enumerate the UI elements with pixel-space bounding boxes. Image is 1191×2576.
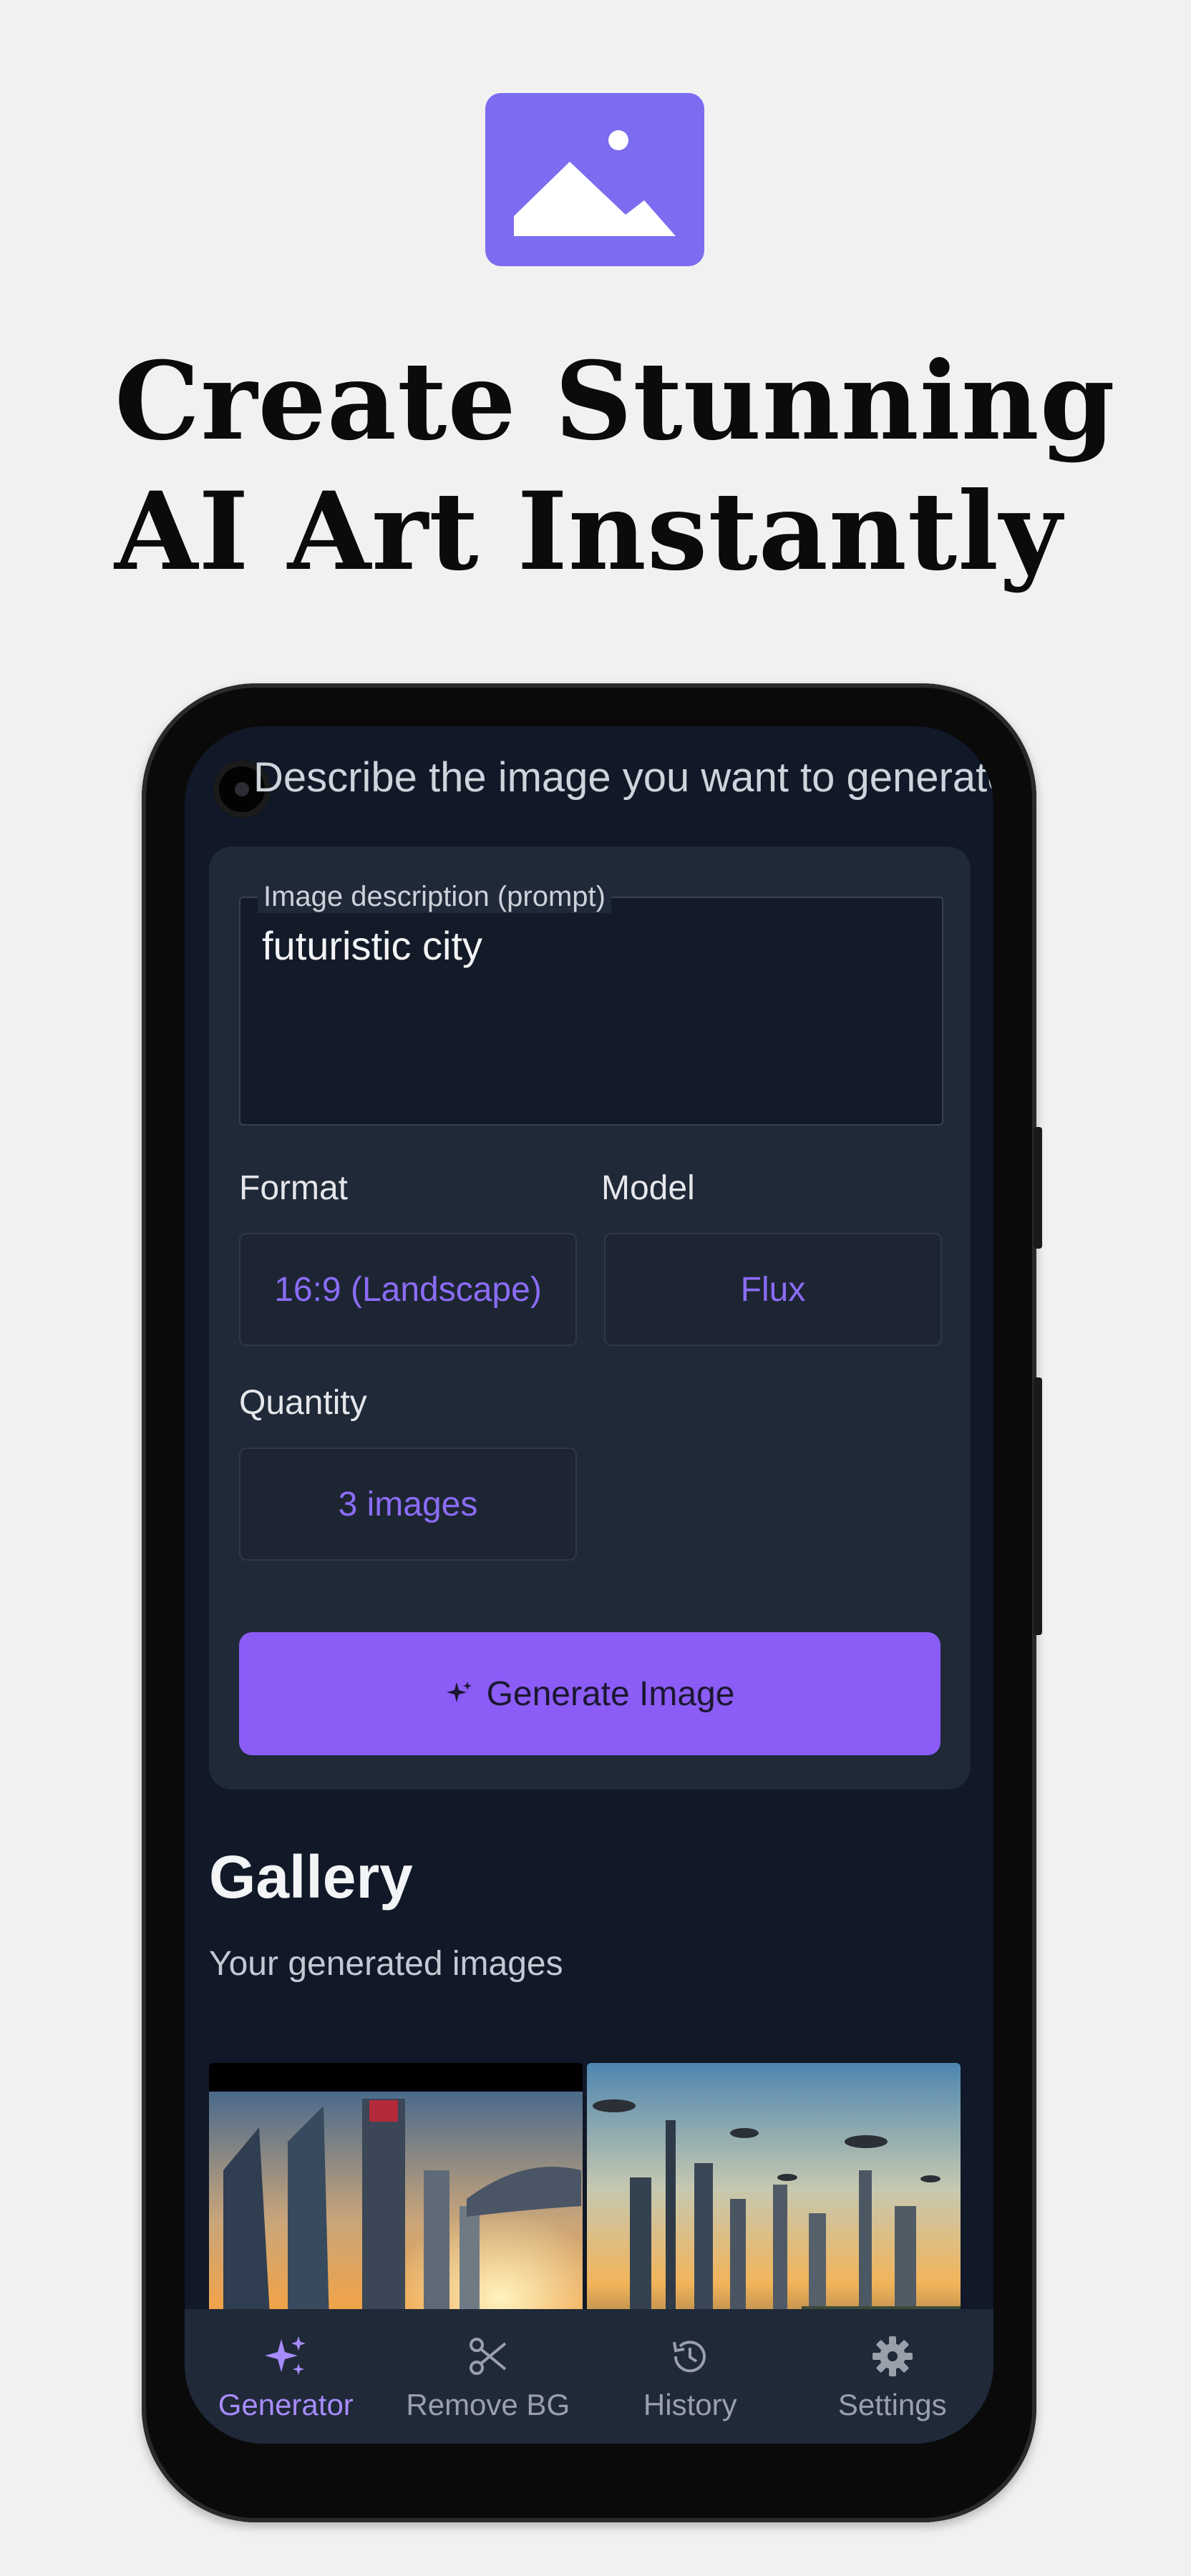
phone-frame: Describe the image you want to generate … [142,683,1042,2522]
model-value: Flux [740,1270,806,1309]
sparkle-icon [446,1682,472,1702]
gear-icon [872,2336,913,2376]
model-select[interactable]: Flux [604,1233,942,1346]
nav-settings-label: Settings [837,2388,947,2421]
gallery-subtitle: Your generated images [209,1945,563,1983]
quantity-value: 3 images [338,1485,478,1523]
prompt-label: Image description (prompt) [258,881,611,913]
quantity-select[interactable]: 3 images [239,1448,577,1561]
generate-image-button[interactable]: Generate Image [239,1632,940,1755]
format-label: Format [239,1169,349,1207]
nav-remove-bg-label: Remove BG [406,2388,570,2421]
headline-line-2: AI Art Instantly [115,469,1063,595]
scissors-icon [469,2338,507,2375]
format-select[interactable]: 16:9 (Landscape) [239,1233,577,1346]
nav-history-label: History [643,2388,737,2421]
nav-settings[interactable]: Settings [792,2309,994,2444]
prompt-value: futuristic city [262,923,483,968]
quantity-label: Quantity [239,1384,367,1422]
app-screen: Describe the image you want to generate … [185,726,993,2444]
power-button [1034,1377,1042,1635]
gallery-title: Gallery [209,1843,413,1911]
volume-button [1034,1127,1042,1249]
app-logo-icon [485,93,704,266]
model-label: Model [601,1169,695,1207]
instruction-text: Describe the image you want to generate [253,754,993,801]
format-value: 16:9 (Landscape) [274,1270,542,1309]
nav-generator-label: Generator [218,2388,354,2421]
nav-remove-bg[interactable]: Remove BG [387,2309,590,2444]
generate-label: Generate Image [486,1674,735,1713]
bottom-nav: Generator Remove BG History Settings [185,2309,993,2444]
nav-generator[interactable]: Generator [185,2309,387,2444]
sparkles-icon [265,2336,306,2375]
history-icon [673,2341,706,2373]
nav-history[interactable]: History [589,2309,792,2444]
promo-headline: Create Stunning AI Art Instantly [115,336,1117,597]
headline-line-1: Create Stunning [115,338,1116,464]
generator-card: Image description (prompt) futuristic ci… [209,847,971,1790]
prompt-textarea[interactable]: Image description (prompt) futuristic ci… [239,881,943,1126]
